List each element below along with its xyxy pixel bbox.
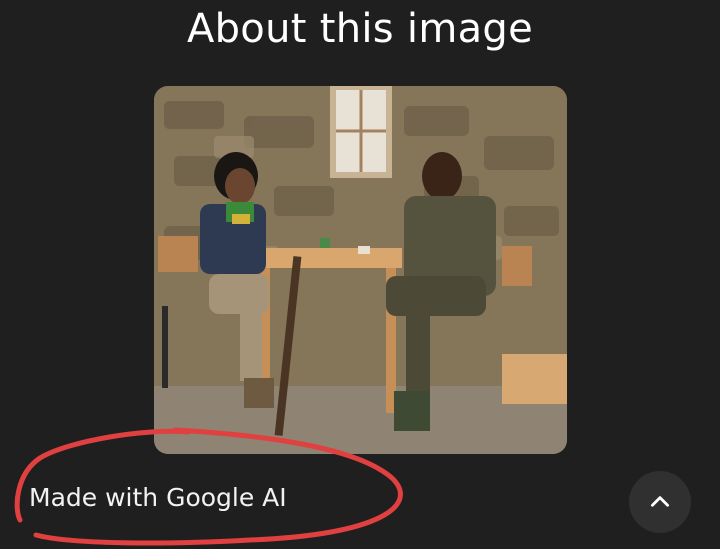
made-with-ai-label: Made with Google AI bbox=[29, 483, 287, 512]
page-title: About this image bbox=[186, 6, 534, 52]
scroll-to-top-button[interactable] bbox=[629, 471, 691, 533]
content-image[interactable] bbox=[154, 86, 567, 454]
chevron-up-icon bbox=[651, 496, 669, 507]
